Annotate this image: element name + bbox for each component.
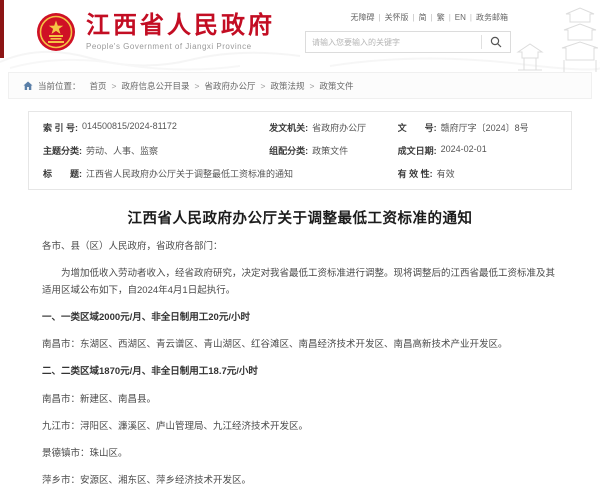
section-2-region-pingxiang: 萍乡市：安源区、湘东区、萍乡经济技术开发区。 xyxy=(42,472,558,489)
section-2-region-jingdezhen: 景德镇市：珠山区。 xyxy=(42,445,558,462)
link-separator: | xyxy=(470,13,472,22)
breadcrumb-general-office[interactable]: 省政府办公厅 xyxy=(204,80,255,92)
site-logo[interactable]: 江西省人民政府 People's Government of Jiangxi P… xyxy=(36,12,275,52)
document-area: 索 引 号: 014500815/2024-81172 发文机关: 省政府办公厅… xyxy=(0,111,600,489)
breadcrumb-home[interactable]: 首页 xyxy=(90,80,107,92)
breadcrumb-policy-documents[interactable]: 政策文件 xyxy=(319,80,353,92)
intro-paragraph: 为增加低收入劳动者收入，经省政府研究，决定对我省最低工资标准进行调整。现将调整后… xyxy=(42,265,558,299)
meta-doc-number: 文 号: 赣府厅字〔2024〕8号 xyxy=(398,121,557,134)
link-separator: | xyxy=(413,13,415,22)
breadcrumb-label: 当前位置： xyxy=(38,80,81,92)
document-title: 江西省人民政府办公厅关于调整最低工资标准的通知 xyxy=(28,207,572,228)
link-accessibility[interactable]: 无障碍 xyxy=(350,12,374,23)
meta-group-category: 组配分类: 政策文件 xyxy=(269,144,398,157)
meta-issuing-agency: 发文机关: 省政府办公厅 xyxy=(269,121,398,134)
link-gov-mail[interactable]: 政务邮箱 xyxy=(476,12,508,23)
link-separator: | xyxy=(378,13,380,22)
meta-topic-category: 主题分类: 劳动、人事、监察 xyxy=(43,144,269,157)
meta-index-no: 索 引 号: 014500815/2024-81172 xyxy=(43,121,269,134)
meta-validity: 有 效 性: 有效 xyxy=(398,167,557,180)
link-separator: | xyxy=(431,13,433,22)
breadcrumb-policies-regs[interactable]: 政策法规 xyxy=(270,80,304,92)
search-input[interactable] xyxy=(306,32,481,52)
breadcrumb-separator: > xyxy=(195,81,200,91)
search-box xyxy=(305,31,511,53)
breadcrumb-separator: > xyxy=(261,81,266,91)
search-button[interactable] xyxy=(482,32,510,52)
meta-title: 标 题: 江西省人民政府办公厅关于调整最低工资标准的通知 xyxy=(43,167,398,180)
section-1-heading: 一、一类区域2000元/月、非全日制用工20元/小时 xyxy=(42,309,558,326)
page: 江西省人民政府 People's Government of Jiangxi P… xyxy=(0,0,600,450)
breadcrumb-info-directory[interactable]: 政府信息公开目录 xyxy=(122,80,190,92)
search-icon xyxy=(490,36,502,48)
meta-written-date: 成文日期: 2024-02-01 xyxy=(398,144,557,157)
national-emblem-icon xyxy=(36,12,76,52)
link-traditional[interactable]: 繁 xyxy=(437,12,445,23)
utility-nav: 无障碍 | 关怀版 | 简 | 繁 | EN | 政务邮箱 xyxy=(350,12,508,23)
breadcrumb-separator: > xyxy=(309,81,314,91)
section-2-region-nanchang: 南昌市：新建区、南昌县。 xyxy=(42,391,558,408)
document-meta-table: 索 引 号: 014500815/2024-81172 发文机关: 省政府办公厅… xyxy=(28,111,572,190)
pavilion-watermark-icon xyxy=(506,0,598,72)
site-title: 江西省人民政府 xyxy=(86,13,275,39)
salutation: 各市、县（区）人民政府，省政府各部门： xyxy=(42,238,558,255)
breadcrumb: 当前位置： 首页 > 政府信息公开目录 > 省政府办公厅 > 政策法规 > 政策… xyxy=(8,72,592,99)
section-1-region: 南昌市：东湖区、西湖区、青云谱区、青山湖区、红谷滩区、南昌经济技术开发区、南昌高… xyxy=(42,336,558,353)
breadcrumb-separator: > xyxy=(112,81,117,91)
link-simplified[interactable]: 简 xyxy=(419,12,427,23)
link-separator: | xyxy=(449,13,451,22)
site-title-group: 江西省人民政府 People's Government of Jiangxi P… xyxy=(86,13,275,51)
site-header: 江西省人民政府 People's Government of Jiangxi P… xyxy=(0,0,600,72)
link-care-version[interactable]: 关怀版 xyxy=(385,12,409,23)
home-icon xyxy=(23,81,33,91)
site-subtitle: People's Government of Jiangxi Province xyxy=(86,42,275,51)
section-2-region-jiujiang: 九江市：浔阳区、濂溪区、庐山管理局、九江经济技术开发区。 xyxy=(42,418,558,435)
section-2-heading: 二、二类区域1870元/月、非全日制用工18.7元/小时 xyxy=(42,363,558,380)
document-body: 各市、县（区）人民政府，省政府各部门： 为增加低收入劳动者收入，经省政府研究，决… xyxy=(28,238,572,489)
link-english[interactable]: EN xyxy=(455,13,466,22)
